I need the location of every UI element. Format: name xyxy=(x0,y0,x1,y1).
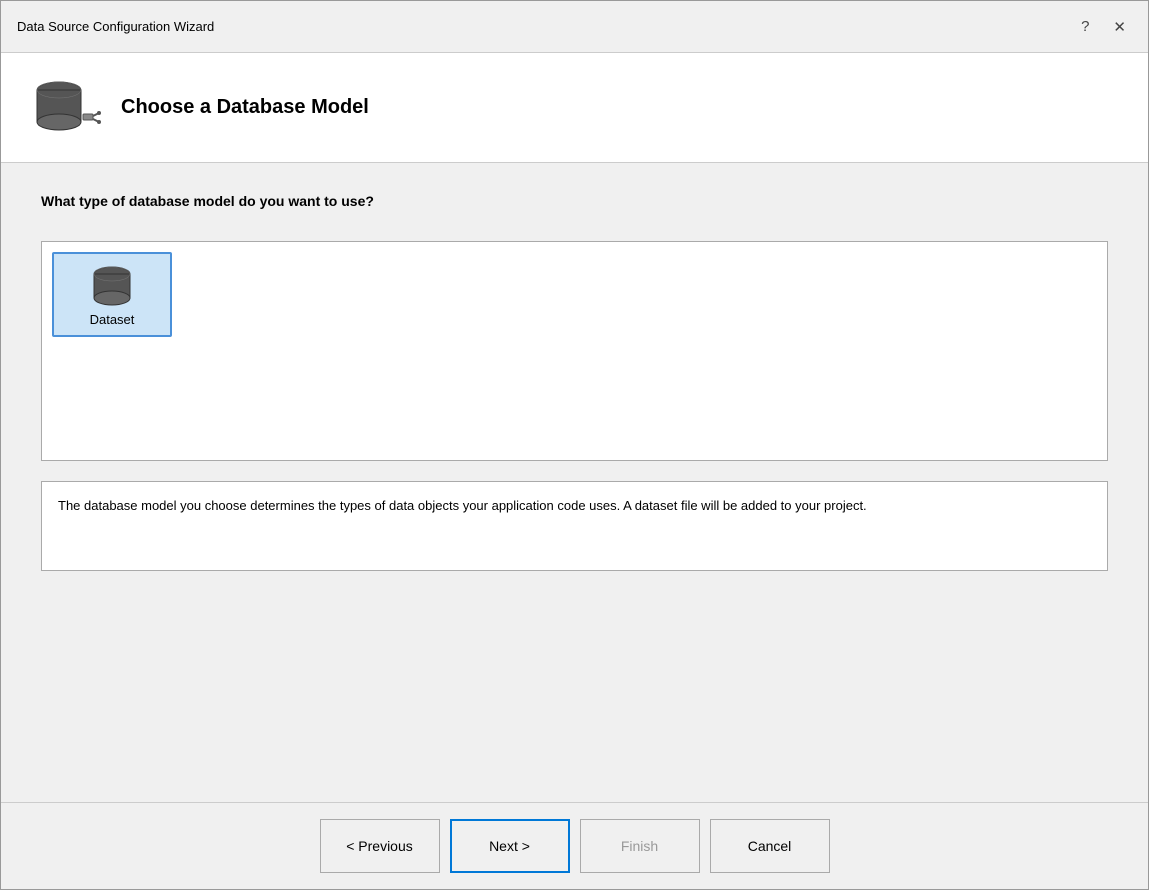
wizard-title: Choose a Database Model xyxy=(121,96,369,119)
window-title: Data Source Configuration Wizard xyxy=(17,19,214,34)
dialog-window: Data Source Configuration Wizard ? ✕ xyxy=(0,0,1149,890)
description-box: The database model you choose determines… xyxy=(41,481,1108,571)
model-selection-area[interactable]: Dataset xyxy=(41,241,1108,461)
wizard-content: What type of database model do you want … xyxy=(1,163,1148,802)
help-button[interactable]: ? xyxy=(1075,16,1095,37)
database-plug-icon xyxy=(31,76,101,140)
wizard-header: Choose a Database Model xyxy=(1,53,1148,163)
title-bar: Data Source Configuration Wizard ? ✕ xyxy=(1,1,1148,53)
wizard-footer: < Previous Next > Finish Cancel xyxy=(1,802,1148,889)
next-button[interactable]: Next > xyxy=(450,819,570,873)
dataset-label: Dataset xyxy=(90,312,135,327)
close-button[interactable]: ✕ xyxy=(1107,16,1132,38)
finish-button[interactable]: Finish xyxy=(580,819,700,873)
description-text: The database model you choose determines… xyxy=(58,498,867,513)
dataset-model-item[interactable]: Dataset xyxy=(52,252,172,337)
cancel-button[interactable]: Cancel xyxy=(710,819,830,873)
header-icon-area xyxy=(31,76,101,140)
title-bar-controls: ? ✕ xyxy=(1075,16,1132,38)
question-text: What type of database model do you want … xyxy=(41,193,1108,221)
dataset-icon xyxy=(87,262,137,312)
previous-button[interactable]: < Previous xyxy=(320,819,440,873)
